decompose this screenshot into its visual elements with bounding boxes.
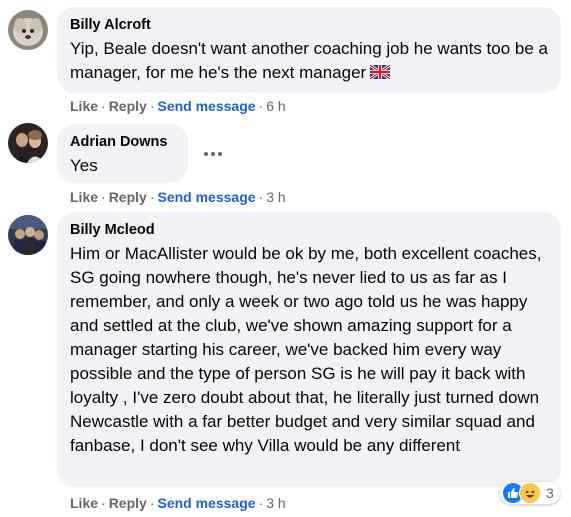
like-link[interactable]: Like	[70, 189, 98, 205]
comment-text: Yip, Beale doesn't want another coaching…	[70, 39, 549, 82]
separator: ·	[101, 98, 106, 114]
send-message-link[interactable]: Send message	[157, 495, 255, 511]
timestamp[interactable]: 6 h	[266, 98, 285, 114]
reply-link[interactable]: Reply	[109, 189, 147, 205]
like-link[interactable]: Like	[70, 98, 98, 114]
separator: ·	[101, 495, 106, 511]
reactions-summary[interactable]: 3	[500, 482, 560, 504]
reaction-count: 3	[546, 485, 554, 501]
separator: ·	[149, 495, 155, 511]
avatar[interactable]	[8, 215, 48, 255]
comment-author[interactable]: Billy Mcleod	[70, 221, 548, 239]
more-options-icon[interactable]	[203, 141, 223, 162]
comment-actions: Like · Reply · Send message · 6 h	[70, 97, 286, 115]
timestamp[interactable]: 3 h	[266, 189, 285, 205]
like-link[interactable]: Like	[70, 495, 98, 511]
separator: ·	[258, 189, 264, 205]
comment-text: Yes	[70, 156, 98, 175]
uk-flag-icon	[369, 62, 392, 86]
comment-author[interactable]: Adrian Downs	[70, 133, 175, 151]
comment-actions: Like · Reply · Send message · 3 h	[70, 188, 286, 206]
send-message-link[interactable]: Send message	[157, 98, 255, 114]
separator: ·	[101, 189, 106, 205]
separator: ·	[258, 98, 264, 114]
comment-bubble: Billy Alcroft Yip, Beale doesn't want an…	[57, 7, 561, 93]
separator: ·	[149, 98, 155, 114]
comment-bubble: Billy Mcleod Him or MacAllister would be…	[57, 212, 561, 487]
timestamp[interactable]: 3 h	[266, 495, 285, 511]
haha-icon	[519, 482, 541, 504]
avatar[interactable]	[8, 10, 48, 50]
comment-text: Him or MacAllister would be ok by me, bo…	[70, 244, 542, 455]
send-message-link[interactable]: Send message	[157, 189, 255, 205]
separator: ·	[149, 189, 155, 205]
comment-bubble: Adrian Downs Yes	[57, 124, 188, 183]
comment-author[interactable]: Billy Alcroft	[70, 16, 548, 34]
reply-link[interactable]: Reply	[109, 495, 147, 511]
separator: ·	[258, 495, 264, 511]
reply-link[interactable]: Reply	[109, 98, 147, 114]
avatar[interactable]	[8, 123, 48, 163]
comment-actions: Like · Reply · Send message · 3 h	[70, 494, 286, 512]
